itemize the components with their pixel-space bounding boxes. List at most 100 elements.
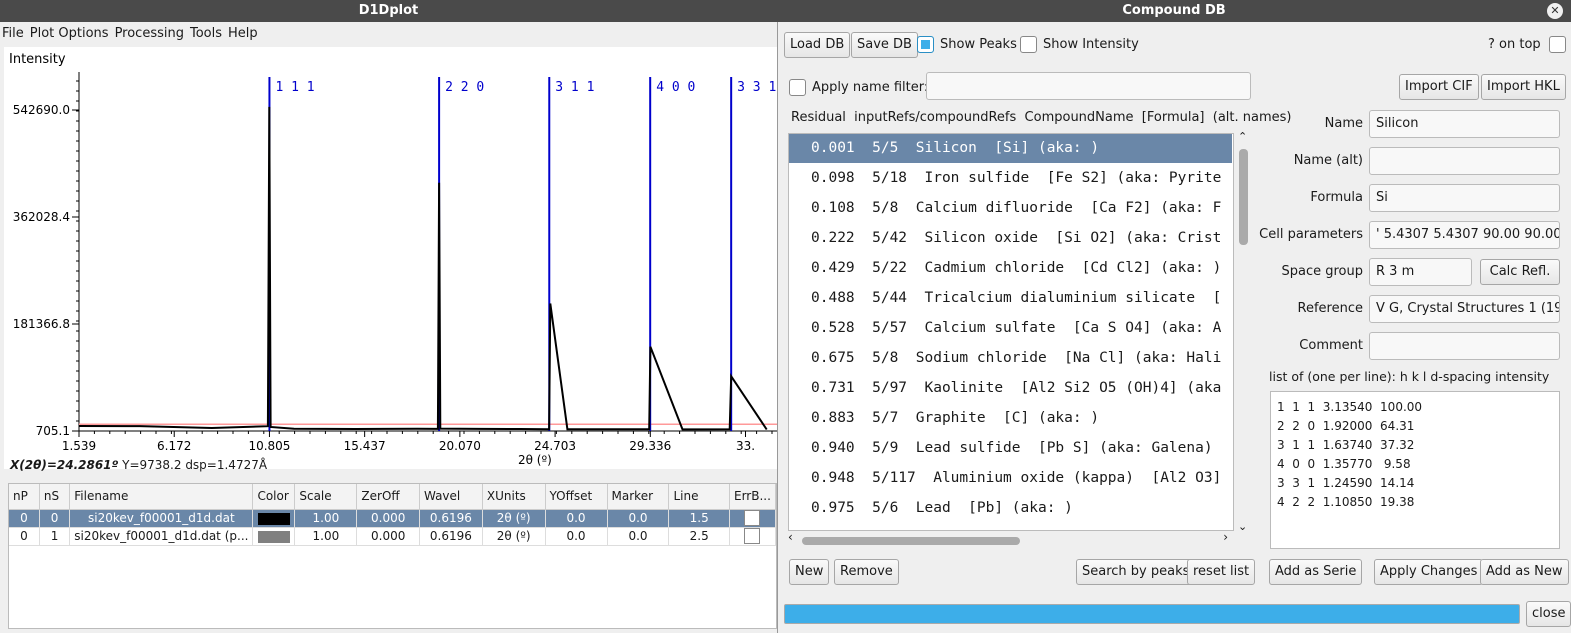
x-tick-label: 20.070 xyxy=(439,439,481,453)
scroll-thumb[interactable] xyxy=(802,537,1020,545)
menu-processing[interactable]: Processing xyxy=(115,26,184,41)
cell-color[interactable] xyxy=(252,527,296,546)
col-zeroff[interactable]: ZerOff xyxy=(356,484,420,510)
calc-refl-button[interactable]: Calc Refl. xyxy=(1480,259,1560,285)
cell-yoffset[interactable]: 0.0 xyxy=(545,527,608,546)
chevron-up-icon[interactable]: ⌃ xyxy=(1238,130,1247,143)
list-item[interactable]: 0.975 5/6 Lead [Pb] (aka: ) xyxy=(789,494,1232,523)
cell-color[interactable] xyxy=(252,509,296,528)
comment-field[interactable] xyxy=(1369,332,1560,360)
name-filter-input[interactable] xyxy=(926,72,1251,100)
list-item[interactable]: 0.731 5/97 Kaolinite [Al2 Si2 O5 (OH)4] … xyxy=(789,374,1232,403)
main-window-title: D1Dplot xyxy=(0,0,777,22)
file-table[interactable]: nP nS Filename Color Scale ZerOff Wavel … xyxy=(8,483,777,629)
remove-button[interactable]: Remove xyxy=(834,559,899,585)
menu-help[interactable]: Help xyxy=(228,26,258,41)
cell-xunits[interactable]: 2θ (º) xyxy=(482,527,546,546)
close-button[interactable]: close xyxy=(1526,601,1571,627)
color-swatch[interactable] xyxy=(257,530,290,543)
save-db-button[interactable]: Save DB xyxy=(851,32,918,58)
reset-list-button[interactable]: reset list xyxy=(1187,559,1256,585)
apply-changes-button[interactable]: Apply Changes xyxy=(1374,559,1484,585)
cell-xunits[interactable]: 2θ (º) xyxy=(482,509,546,528)
list-item[interactable]: 0.108 5/8 Calcium difluoride [Ca F2] (ak… xyxy=(789,194,1232,223)
cell-parameters-field[interactable]: ' 5.4307 5.4307 90.00 90.00 9 xyxy=(1369,221,1560,249)
space-group-field[interactable]: R 3 m xyxy=(1369,258,1472,286)
cell-filename: si20kev_f00001_d1d.dat (p... xyxy=(69,527,254,546)
list-item[interactable]: 0.675 5/8 Sodium chloride [Na Cl] (aka: … xyxy=(789,344,1232,373)
col-wavel[interactable]: Wavel xyxy=(419,484,483,510)
load-db-button[interactable]: Load DB xyxy=(784,32,851,58)
menu-plot-options[interactable]: Plot Options xyxy=(30,26,109,41)
cell-marker[interactable]: 0.0 xyxy=(607,527,670,546)
chevron-right-icon[interactable]: › xyxy=(1223,530,1228,544)
col-errb[interactable]: ErrB... xyxy=(729,484,777,510)
table-row[interactable]: 0 1 si20kev_f00001_d1d.dat (p... 1.00 0.… xyxy=(9,527,777,546)
color-swatch[interactable] xyxy=(257,512,290,525)
col-np[interactable]: nP xyxy=(9,484,40,510)
file-table-header: nP nS Filename Color Scale ZerOff Wavel … xyxy=(9,484,777,510)
list-vertical-scrollbar[interactable]: ⌃ ⌄ xyxy=(1236,130,1250,533)
chevron-down-icon[interactable]: ⌄ xyxy=(1238,520,1247,533)
table-row[interactable]: 0 0 si20kev_f00001_d1d.dat 1.00 0.000 0.… xyxy=(9,509,777,528)
name-alt-field[interactable] xyxy=(1369,147,1560,175)
col-yoffset[interactable]: YOffset xyxy=(545,484,608,510)
import-cif-button[interactable]: Import CIF xyxy=(1399,74,1479,100)
list-item[interactable]: 0.948 5/117 Aluminium oxide (kappa) [Al2… xyxy=(789,464,1232,493)
checkbox-unchecked-icon[interactable] xyxy=(1020,36,1037,53)
cell-scale[interactable]: 1.00 xyxy=(294,509,358,528)
list-item[interactable]: 0.488 5/44 Tricalcium dialuminium silica… xyxy=(789,284,1232,313)
show-intensity-checkbox[interactable]: Show Intensity xyxy=(1020,36,1139,53)
cell-errb[interactable] xyxy=(729,527,777,546)
formula-field[interactable]: Si xyxy=(1369,184,1560,212)
errbar-checkbox[interactable] xyxy=(744,510,761,526)
list-item[interactable]: 0.940 5/9 Lead sulfide [Pb S] (aka: Gale… xyxy=(789,434,1232,463)
list-horizontal-scrollbar[interactable]: ‹ › xyxy=(788,530,1234,547)
errbar-checkbox[interactable] xyxy=(744,528,761,544)
checkbox-checked-icon[interactable] xyxy=(917,36,934,53)
plot-canvas[interactable]: Intensity 2θ (º) 542690.0 362028.4 181366.… xyxy=(4,47,777,469)
menu-file[interactable]: File xyxy=(2,26,24,41)
col-color[interactable]: Color xyxy=(252,484,296,510)
list-item[interactable]: 0.528 5/57 Calcium sulfate [Ca S O4] (ak… xyxy=(789,314,1232,343)
cell-wavel[interactable]: 0.6196 xyxy=(419,527,483,546)
cell-scale[interactable]: 1.00 xyxy=(294,527,358,546)
cell-line[interactable]: 2.5 xyxy=(668,527,730,546)
reference-field[interactable]: V G, Crystal Structures 1 (1963) ' xyxy=(1369,295,1560,323)
cell-yoffset[interactable]: 0.0 xyxy=(545,509,608,528)
cell-line[interactable]: 1.5 xyxy=(668,509,730,528)
col-scale[interactable]: Scale xyxy=(294,484,358,510)
search-by-peaks-button[interactable]: Search by peaks xyxy=(1076,559,1196,585)
col-filename[interactable]: Filename xyxy=(69,484,254,510)
list-item[interactable]: 0.222 5/42 Silicon oxide [Si O2] (aka: C… xyxy=(789,224,1232,253)
close-icon[interactable]: ✕ xyxy=(1547,3,1563,19)
reflection-list-textarea[interactable]: 1 1 1 3.13540 100.00 2 2 0 1.92000 64.31… xyxy=(1270,391,1560,549)
on-top-checkbox[interactable]: ? on top xyxy=(1488,36,1571,53)
cell-errb[interactable] xyxy=(729,509,777,528)
name-field[interactable]: Silicon xyxy=(1369,110,1560,138)
new-button[interactable]: New xyxy=(789,559,830,585)
list-item[interactable]: 0.429 5/22 Cadmium chloride [Cd Cl2] (ak… xyxy=(789,254,1232,283)
col-ns[interactable]: nS xyxy=(39,484,71,510)
cell-marker[interactable]: 0.0 xyxy=(607,509,670,528)
col-xunits[interactable]: XUnits xyxy=(482,484,546,510)
compound-list[interactable]: 0.001 5/5 Silicon [Si] (aka: ) 0.098 5/1… xyxy=(788,133,1234,531)
col-marker[interactable]: Marker xyxy=(607,484,670,510)
menu-tools[interactable]: Tools xyxy=(190,26,222,41)
add-as-new-button[interactable]: Add as New xyxy=(1480,559,1569,585)
add-as-serie-button[interactable]: Add as Serie xyxy=(1269,559,1363,585)
list-item[interactable]: 0.001 5/5 Silicon [Si] (aka: ) xyxy=(789,134,1232,163)
cell-zeroff[interactable]: 0.000 xyxy=(356,509,420,528)
import-hkl-button[interactable]: Import HKL xyxy=(1481,74,1566,100)
show-peaks-checkbox[interactable]: Show Peaks xyxy=(917,36,1017,53)
col-line[interactable]: Line xyxy=(668,484,730,510)
checkbox-unchecked-icon[interactable] xyxy=(789,79,806,96)
scroll-thumb[interactable] xyxy=(1239,149,1248,245)
cell-zeroff[interactable]: 0.000 xyxy=(356,527,420,546)
cell-wavel[interactable]: 0.6196 xyxy=(419,509,483,528)
chevron-left-icon[interactable]: ‹ xyxy=(788,530,793,544)
apply-name-filter-checkbox[interactable]: Apply name filter: xyxy=(789,79,928,96)
list-item[interactable]: 0.883 5/7 Graphite [C] (aka: ) xyxy=(789,404,1232,433)
checkbox-unchecked-icon[interactable] xyxy=(1548,36,1566,53)
list-item[interactable]: 0.098 5/18 Iron sulfide [Fe S2] (aka: Py… xyxy=(789,164,1232,193)
